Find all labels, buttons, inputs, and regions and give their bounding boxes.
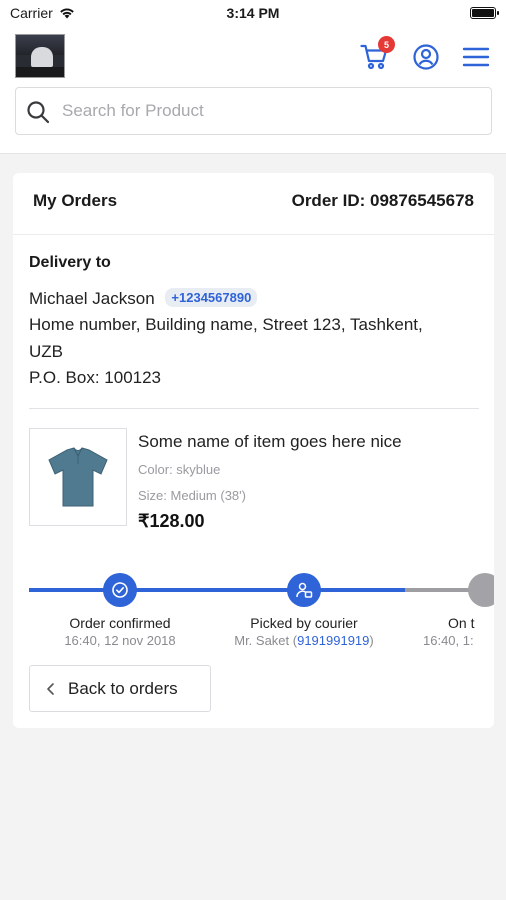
chevron-left-icon <box>47 682 54 695</box>
brand-logo[interactable] <box>15 34 65 78</box>
cart-button[interactable]: 5 <box>359 36 395 72</box>
order-card-header: My Orders Order ID: 09876545678 <box>13 173 494 235</box>
step-1-label: Order confirmed <box>69 615 171 631</box>
search-input[interactable] <box>62 98 482 124</box>
clock: 3:14 PM <box>226 5 280 21</box>
address-line-2: UZB <box>29 342 63 361</box>
menu-button[interactable] <box>461 42 491 72</box>
step-2-label: Picked by courier <box>250 615 358 631</box>
status-bar: Carrier 3:14 PM <box>0 0 506 28</box>
app-header: 5 <box>0 28 506 154</box>
recipient-name-row: Michael Jackson +1234567890 <box>29 288 258 309</box>
divider <box>29 408 479 409</box>
step-1-time: 16:40, 12 nov 2018 <box>64 633 176 648</box>
delivery-label: Delivery to <box>29 254 111 271</box>
check-circle-icon <box>112 582 128 598</box>
user-icon <box>413 44 439 70</box>
hamburger-menu-icon <box>462 47 490 67</box>
page-title: My Orders <box>33 191 118 210</box>
courier-phone-link[interactable]: 9191991919 <box>297 633 369 648</box>
tshirt-icon <box>48 447 108 507</box>
battery-icon <box>470 7 499 19</box>
step-on-the-way-dot <box>468 573 494 607</box>
recipient-phone[interactable]: +1234567890 <box>165 288 258 307</box>
courier-close-paren: ) <box>369 633 374 648</box>
step-2-courier: Mr. Saket (9191991919) <box>204 633 404 648</box>
product-size: Size: Medium (38') <box>138 488 246 503</box>
product-image[interactable] <box>29 428 127 526</box>
recipient-name: Michael Jackson <box>29 289 155 308</box>
order-id: Order ID: 09876545678 <box>291 191 474 210</box>
step-picked-dot <box>287 573 321 607</box>
search-icon <box>27 101 50 124</box>
address-line-1: Home number, Building name, Street 123, … <box>29 315 423 334</box>
step-3-label: On t <box>448 615 475 631</box>
search-bar[interactable] <box>15 87 492 135</box>
step-confirmed-dot <box>103 573 137 607</box>
courier-name: Mr. Saket ( <box>234 633 298 648</box>
back-to-orders-button[interactable]: Back to orders <box>29 665 211 712</box>
back-button-label: Back to orders <box>68 678 178 698</box>
step-3-time: 16:40, 1: <box>423 633 474 648</box>
cart-count-badge: 5 <box>378 36 395 53</box>
courier-icon <box>296 582 313 598</box>
po-box: P.O. Box: 100123 <box>29 368 162 387</box>
product-name[interactable]: Some name of item goes here nice <box>138 432 402 452</box>
product-color: Color: skyblue <box>138 462 221 477</box>
account-button[interactable] <box>411 42 441 72</box>
order-card: My Orders Order ID: 09876545678 Delivery… <box>13 173 494 728</box>
product-price: ₹128.00 <box>138 511 205 531</box>
